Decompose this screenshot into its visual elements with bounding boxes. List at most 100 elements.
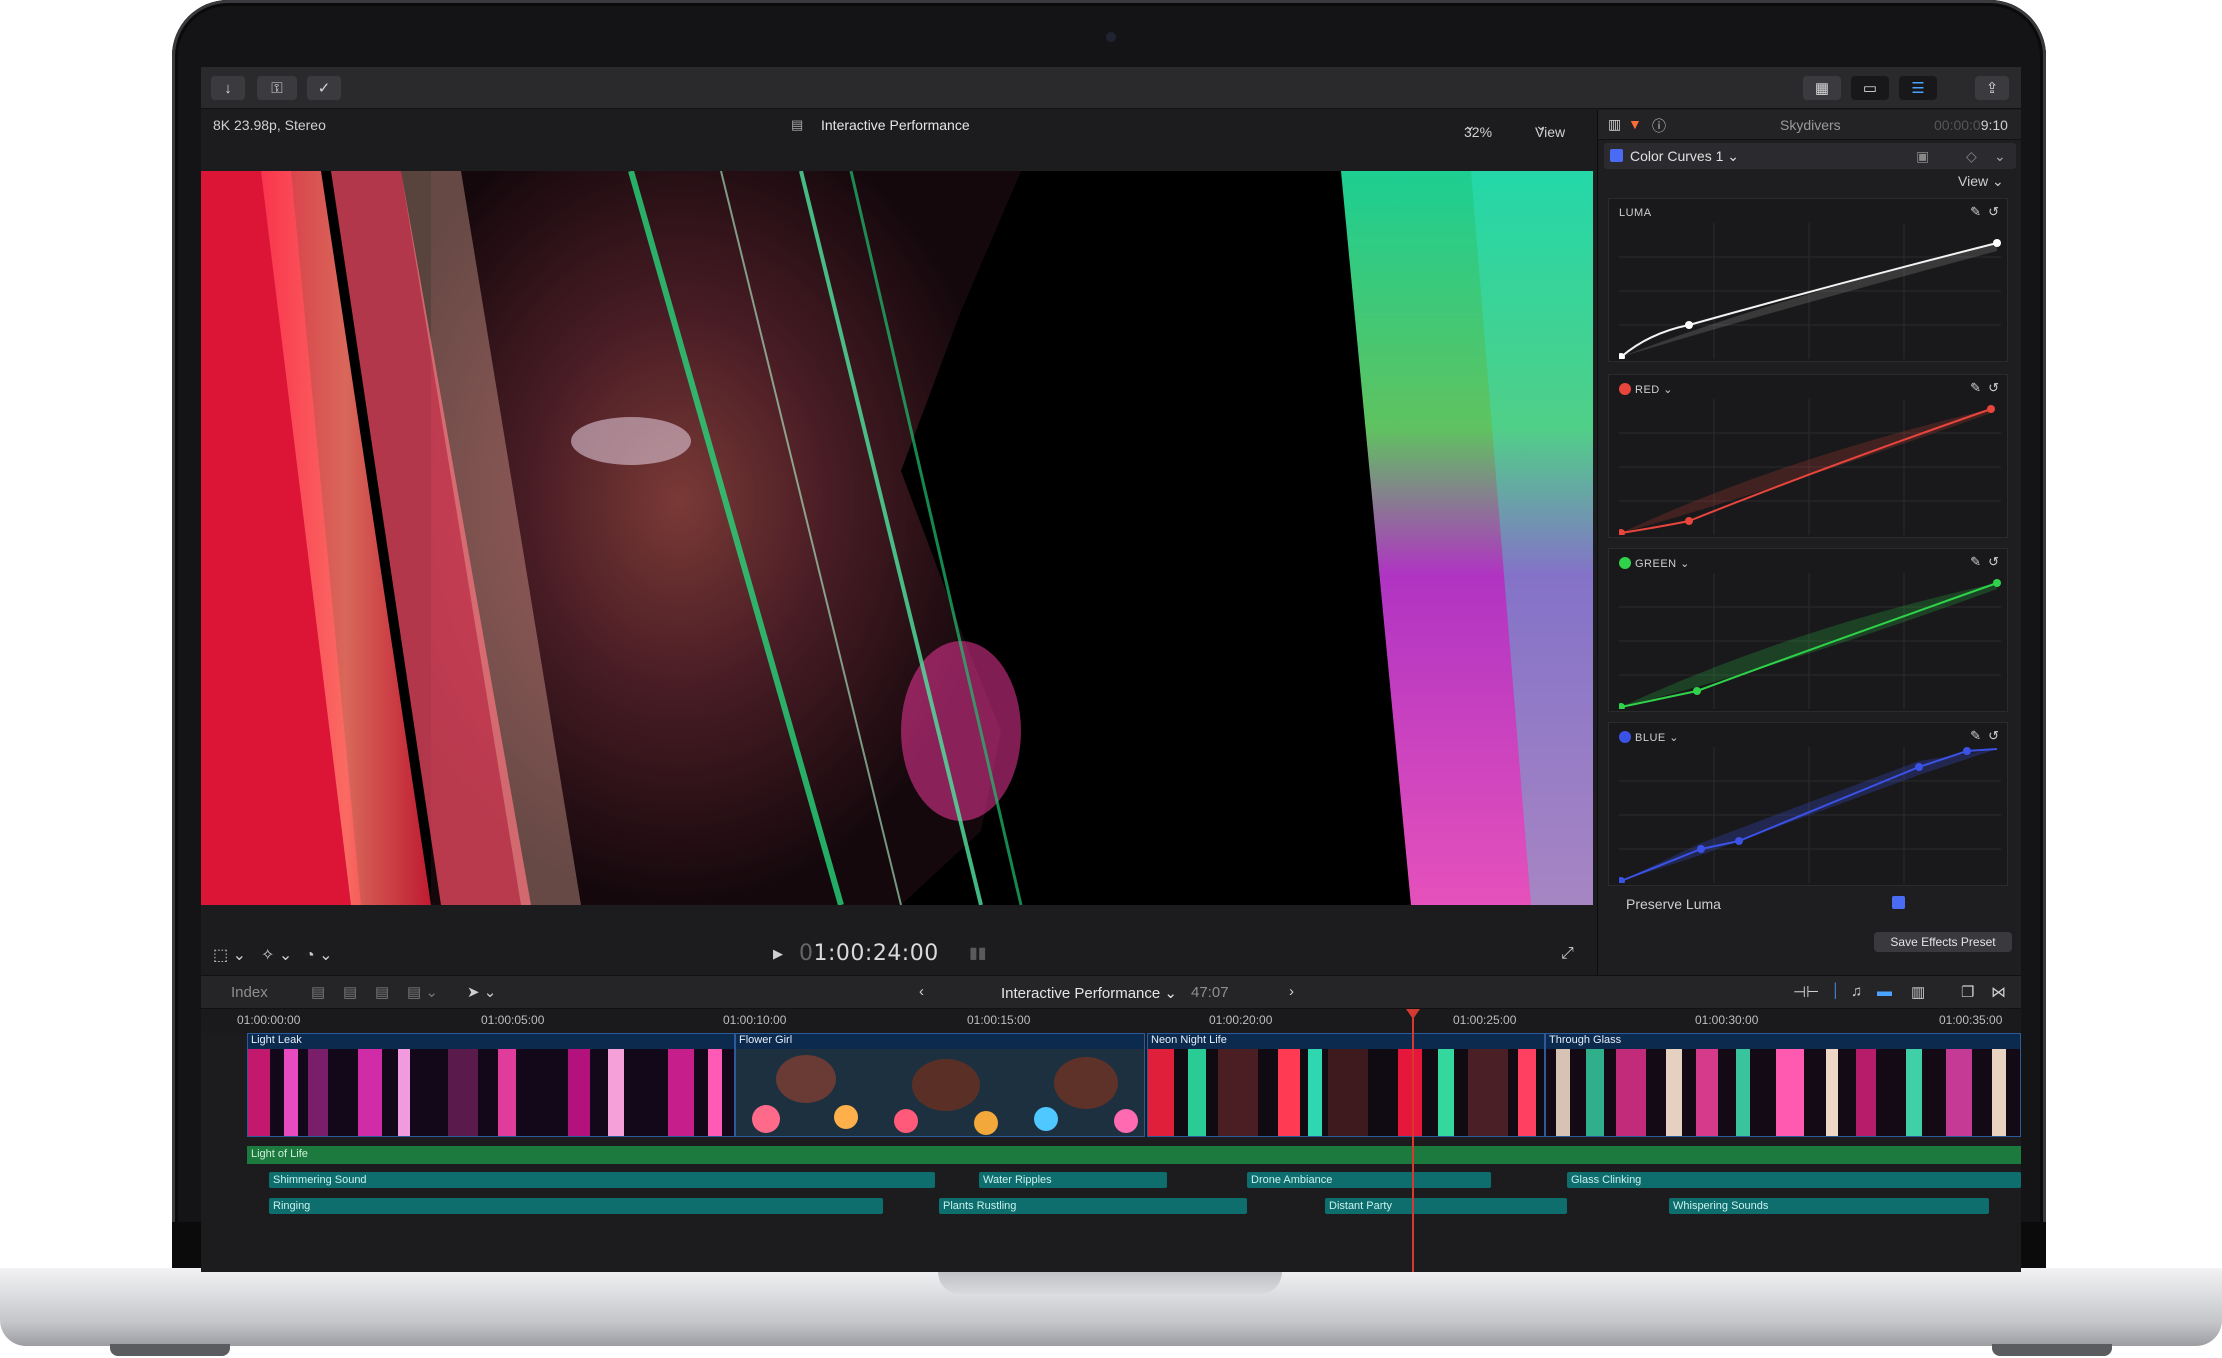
audio-clip[interactable]: Ringing xyxy=(269,1198,883,1214)
fullscreen-icon[interactable]: ⤢ xyxy=(1561,945,1574,963)
viewer-controls: ⬚ ⌄ ✧ ⌄ ◔ ⌄ ▶ 01:00:24:00 ▮▮ ⤢ xyxy=(201,935,1593,975)
inspector-header: ▥ ▼ ⓘ Skydivers 00:00:09:10 xyxy=(1598,110,2021,140)
clip-title: Light Leak xyxy=(251,1034,302,1046)
edit-insert-icon[interactable]: ▤ xyxy=(343,983,357,1001)
select-tool-icon[interactable]: ➤ ⌄ xyxy=(467,983,496,1001)
checkmark-icon: ✓ xyxy=(317,80,331,97)
import-button[interactable]: ↓ xyxy=(211,76,245,100)
keyframe-icon[interactable]: ◇ xyxy=(1966,148,1977,165)
laptop-foot-left xyxy=(110,1344,230,1356)
transitions-icon[interactable]: ⋈ xyxy=(1991,983,2006,1001)
viewer-image[interactable] xyxy=(201,171,1593,905)
viewer-project-title: Interactive Performance xyxy=(821,117,970,133)
browser-toggle-button[interactable]: ▦ xyxy=(1803,76,1841,100)
video-clip[interactable]: Flower Girl xyxy=(735,1033,1145,1137)
speed-icon[interactable]: ◔ ⌄ xyxy=(305,945,333,965)
curve-label: BLUE ⌄ xyxy=(1619,731,1679,744)
clip-thumbnails xyxy=(1546,1049,2020,1136)
clip-title: Flower Girl xyxy=(739,1034,793,1046)
app-window: ↓ ⚿ ✓ ▦ ▭ ☰ ⇪ 8K 23.98p, Stereo ▤ Intera… xyxy=(201,67,2021,1272)
effects-browser-icon[interactable]: ❐ xyxy=(1961,983,1974,1001)
play-icon[interactable]: ▶ xyxy=(773,946,783,962)
ruler-tick: 01:00:10:00 xyxy=(723,1013,787,1027)
snapping-icon[interactable]: ▬ xyxy=(1877,983,1892,1000)
inspector-toggle-button[interactable]: ☰ xyxy=(1899,76,1937,100)
video-clip[interactable]: Through Glass xyxy=(1545,1033,2021,1137)
effect-enable-checkbox[interactable] xyxy=(1610,149,1623,162)
clip-thumbnails xyxy=(248,1049,734,1136)
curves-view-dropdown[interactable]: View ⌄ xyxy=(1958,173,2004,190)
reset-icon[interactable]: ↺ xyxy=(1988,380,1999,396)
mask-icon[interactable]: ▣ xyxy=(1916,148,1929,165)
back-arrow-icon[interactable]: ‹ xyxy=(919,983,924,1000)
timeline-project-title[interactable]: Interactive Performance ⌄ xyxy=(1001,984,1177,1002)
edit-append-icon[interactable]: ▤ xyxy=(375,983,389,1001)
color-icon[interactable]: ▼ xyxy=(1628,116,1642,132)
chevron-down-icon[interactable]: ⌄ xyxy=(1994,148,2006,165)
timeline-toolbar: Index ▤ ▤ ▤ ▤ ⌄ ➤ ⌄ ‹ Interactive Perfor… xyxy=(201,975,2021,1009)
preserve-luma-label: Preserve Luma xyxy=(1626,896,1721,912)
film-icon[interactable]: ▥ xyxy=(1608,116,1621,133)
timeline-toggle-button[interactable]: ▭ xyxy=(1851,76,1889,100)
background-tasks-button[interactable]: ✓ xyxy=(307,76,341,100)
red-curve[interactable]: RED ⌄ ✎ ↺ xyxy=(1608,374,2008,538)
edit-connect-icon[interactable]: ▤ xyxy=(311,983,325,1001)
grid-icon: ▦ xyxy=(1814,80,1830,97)
audio-clip[interactable]: Shimmering Sound xyxy=(269,1172,935,1188)
reset-icon[interactable]: ↺ xyxy=(1988,728,1999,744)
viewer-view-dropdown[interactable]: View ⌄ xyxy=(1535,117,1565,140)
reset-icon[interactable]: ↺ xyxy=(1988,204,1999,220)
camera-icon xyxy=(1106,32,1116,42)
info-icon[interactable]: ⓘ xyxy=(1652,116,1666,136)
luma-curve[interactable]: LUMA ✎ ↺ xyxy=(1608,198,2008,362)
index-button[interactable]: Index xyxy=(231,984,268,1001)
audio-clip[interactable]: Plants Rustling xyxy=(939,1198,1247,1214)
reset-icon[interactable]: ↺ xyxy=(1988,554,1999,570)
audio-clip[interactable]: Glass Clinking xyxy=(1567,1172,2021,1188)
curve-graph[interactable] xyxy=(1619,747,2001,883)
effect-name[interactable]: Color Curves 1 ⌄ xyxy=(1630,148,1739,165)
skimming-icon[interactable]: ⊣⊢ xyxy=(1793,983,1819,1001)
eyedropper-icon[interactable]: ✎ xyxy=(1970,204,1981,220)
audio-clip[interactable]: Water Ripples xyxy=(979,1172,1167,1188)
timeline-ruler[interactable]: 01:00:00:00 01:00:05:00 01:00:10:00 01:0… xyxy=(201,1009,2021,1033)
forward-arrow-icon[interactable]: › xyxy=(1289,983,1294,1000)
eyedropper-icon[interactable]: ✎ xyxy=(1970,728,1981,744)
keyword-button[interactable]: ⚿ xyxy=(257,76,297,100)
magic-wand-icon[interactable]: ✧ ⌄ xyxy=(261,945,292,965)
viewer-header: 8K 23.98p, Stereo ▤ Interactive Performa… xyxy=(201,110,1593,140)
headphones-icon[interactable]: ♫ xyxy=(1851,983,1862,1000)
audio-clip[interactable]: Drone Ambiance xyxy=(1247,1172,1491,1188)
timecode-display[interactable]: 01:00:24:00 xyxy=(799,941,939,966)
zoom-dropdown[interactable]: 32% ⌄ xyxy=(1464,117,1492,140)
laptop-foot-right xyxy=(1992,1344,2112,1356)
ruler-tick: 01:00:05:00 xyxy=(481,1013,545,1027)
share-button[interactable]: ⇪ xyxy=(1975,76,2009,100)
clapper-icon: ▤ xyxy=(791,117,804,132)
format-label: 8K 23.98p, Stereo xyxy=(213,117,326,133)
preserve-luma-checkbox[interactable] xyxy=(1892,896,1905,909)
curve-graph[interactable] xyxy=(1619,573,2001,709)
video-clip[interactable]: Neon Night Life xyxy=(1147,1033,1545,1137)
edit-overwrite-icon[interactable]: ▤ ⌄ xyxy=(407,983,438,1001)
effect-header[interactable]: Color Curves 1 ⌄ ▣ ◇ ⌄ xyxy=(1604,143,2016,169)
playhead[interactable] xyxy=(1412,1009,1414,1272)
audio-clip[interactable]: Distant Party xyxy=(1325,1198,1567,1214)
audio-skim-icon[interactable]: ⏐ xyxy=(1831,983,1840,1000)
audio-clip[interactable]: Whispering Sounds xyxy=(1669,1198,1989,1214)
video-clip[interactable]: Light Leak xyxy=(247,1033,735,1137)
curve-graph[interactable] xyxy=(1619,223,2001,359)
clip-title: Neon Night Life xyxy=(1151,1034,1227,1046)
clip-appearance-icon[interactable]: ▥ xyxy=(1911,983,1925,1001)
green-curve[interactable]: GREEN ⌄ ✎ ↺ xyxy=(1608,548,2008,712)
timeline-tracks: Light Leak Flower Girl Neon Night Life T… xyxy=(201,1033,2021,1272)
transform-icon[interactable]: ⬚ ⌄ xyxy=(213,945,246,965)
eyedropper-icon[interactable]: ✎ xyxy=(1970,554,1981,570)
music-track[interactable]: Light of Life xyxy=(247,1146,2021,1164)
blue-curve[interactable]: BLUE ⌄ ✎ ↺ xyxy=(1608,722,2008,886)
sliders-icon: ☰ xyxy=(1911,80,1925,97)
curve-label: RED ⌄ xyxy=(1619,383,1673,396)
eyedropper-icon[interactable]: ✎ xyxy=(1970,380,1981,396)
save-effects-preset-button[interactable]: Save Effects Preset xyxy=(1874,932,2012,952)
curve-graph[interactable] xyxy=(1619,399,2001,535)
